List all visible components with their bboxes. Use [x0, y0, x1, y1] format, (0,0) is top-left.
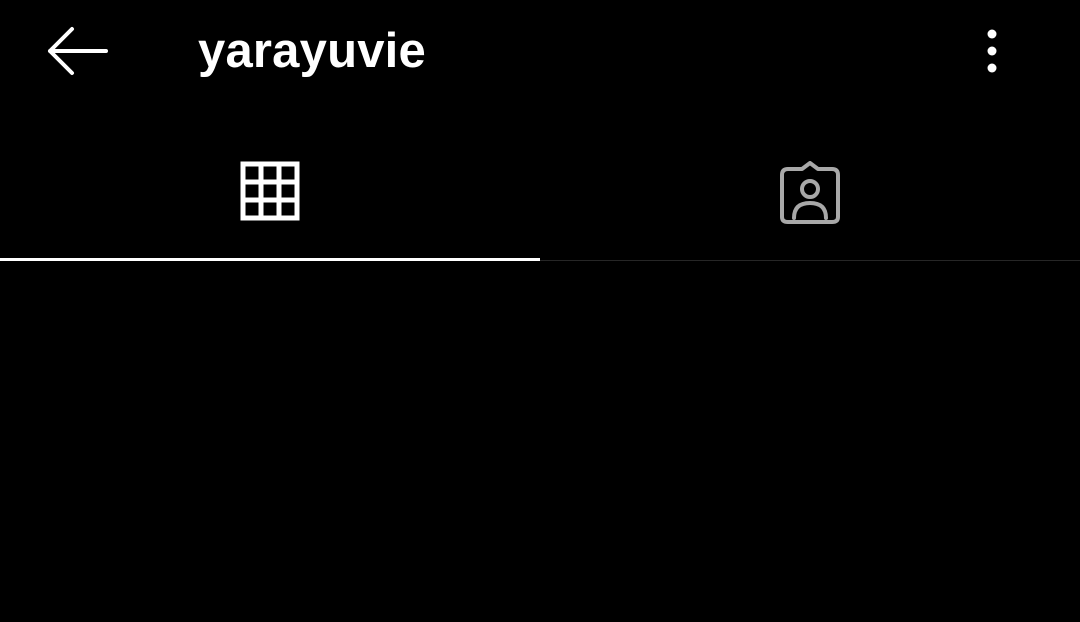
more-vertical-icon	[987, 29, 997, 73]
arrow-left-icon	[48, 27, 108, 75]
grid-icon	[240, 161, 300, 221]
tab-tagged[interactable]	[540, 130, 1080, 260]
profile-tab-bar	[0, 130, 1080, 261]
posts-content-area	[0, 261, 1080, 622]
tab-posts-grid[interactable]	[0, 130, 540, 261]
tagged-person-icon	[780, 161, 840, 224]
profile-username: yarayuvie	[198, 24, 426, 78]
more-options-button[interactable]	[962, 18, 1022, 84]
back-button[interactable]	[36, 18, 120, 84]
top-app-bar: yarayuvie	[0, 0, 1080, 100]
